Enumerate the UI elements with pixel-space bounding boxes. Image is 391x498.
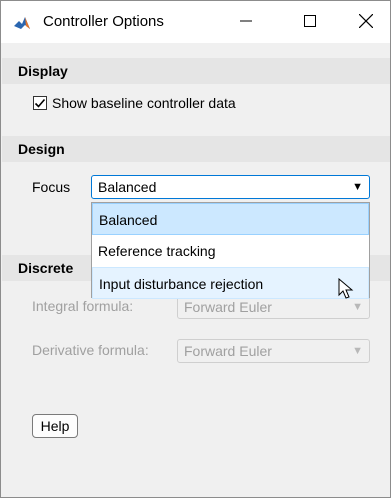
focus-dropdown[interactable]: Balanced ▼	[91, 175, 370, 199]
display-section-header: Display	[2, 58, 390, 84]
pointer-cursor-icon	[338, 277, 354, 300]
close-icon	[358, 13, 374, 31]
controller-options-window: Controller Options Display Show baseline…	[0, 0, 391, 498]
design-section-header: Design	[2, 136, 390, 162]
show-baseline-checkbox-row[interactable]: Show baseline controller data	[33, 95, 236, 111]
focus-option-reference-tracking[interactable]: Reference tracking	[92, 235, 369, 267]
title-bar[interactable]: Controller Options	[1, 1, 390, 43]
matlab-icon	[13, 15, 31, 32]
show-baseline-checkbox[interactable]	[33, 96, 47, 110]
minimize-icon	[240, 14, 252, 30]
show-baseline-label: Show baseline controller data	[52, 95, 236, 111]
derivative-formula-label: Derivative formula:	[32, 342, 149, 358]
integral-formula-label: Integral formula:	[32, 298, 134, 314]
maximize-button[interactable]	[287, 1, 333, 43]
maximize-icon	[304, 14, 316, 30]
focus-dropdown-value: Balanced	[98, 179, 157, 195]
close-button[interactable]	[343, 1, 389, 43]
focus-label: Focus	[32, 179, 71, 195]
derivative-formula-dropdown[interactable]: Forward Euler ▼	[177, 339, 370, 363]
derivative-formula-value: Forward Euler	[184, 343, 272, 359]
checkmark-icon	[34, 98, 46, 108]
window-title: Controller Options	[43, 13, 164, 30]
discrete-section-label: Discrete	[18, 260, 74, 276]
minimize-button[interactable]	[223, 1, 269, 43]
focus-option-balanced[interactable]: Balanced	[92, 203, 369, 235]
dropdown-arrow-icon: ▼	[352, 181, 363, 193]
focus-option-input-disturbance-rejection[interactable]: Input disturbance rejection	[92, 267, 369, 299]
focus-dropdown-list: Balanced Reference tracking Input distur…	[91, 202, 370, 299]
dropdown-arrow-icon: ▼	[352, 345, 363, 357]
integral-formula-value: Forward Euler	[184, 299, 272, 315]
help-button[interactable]: Help	[32, 414, 78, 438]
